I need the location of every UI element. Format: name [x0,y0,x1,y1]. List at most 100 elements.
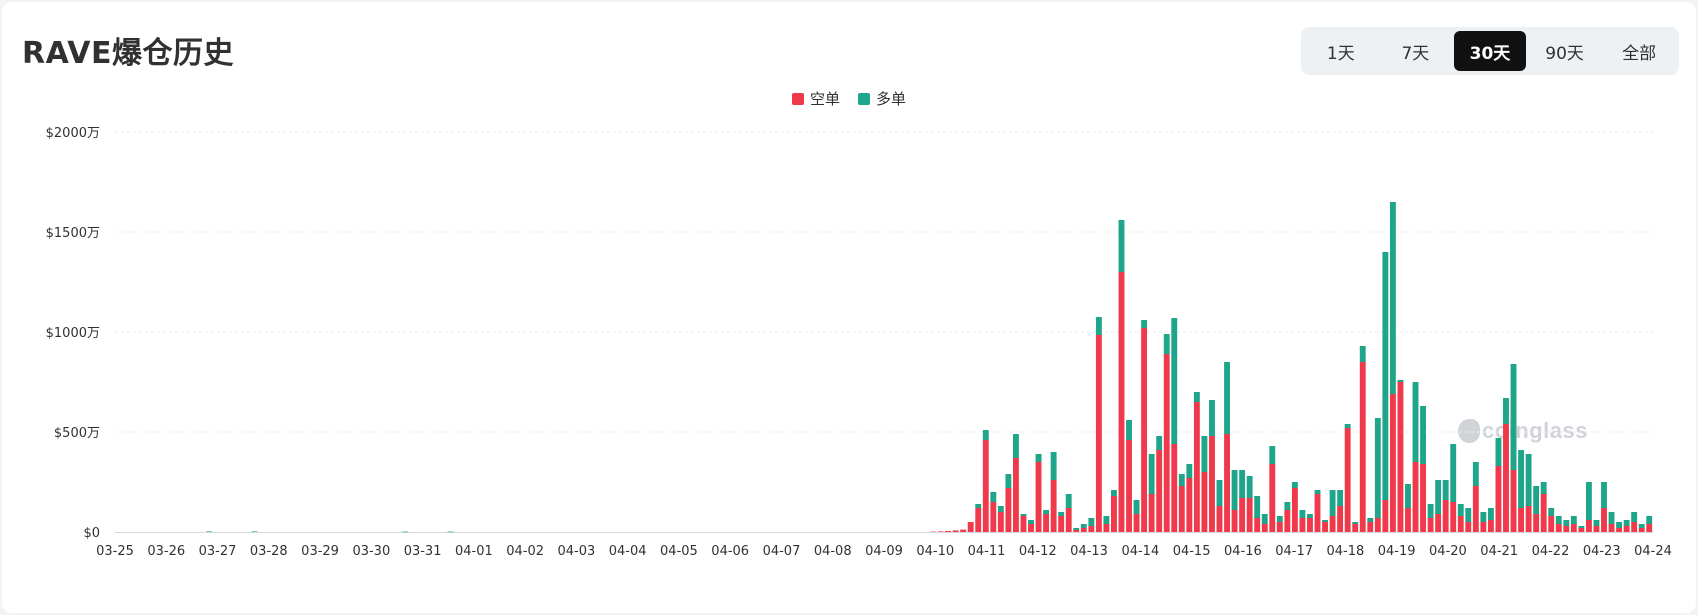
bar-short [1412,462,1419,532]
bar-short [1638,528,1645,532]
y-tick-label: $1500万 [46,226,100,241]
bar-long [251,531,258,532]
bar-long [1533,486,1540,514]
bar-short [1472,486,1479,532]
bar-short [1012,458,1019,532]
bar-short [1284,510,1291,532]
bar-long [1201,436,1208,472]
bar-long [1427,504,1434,518]
bar-long [1397,380,1404,382]
x-tick-label: 04-17 [1275,544,1313,559]
bar-long [1118,220,1125,272]
bar-short [1427,518,1434,532]
bar-long [1028,520,1034,524]
x-tick-label: 04-09 [865,544,903,559]
bar-short [1126,440,1132,532]
bar-long [447,531,454,533]
bar-long [1254,496,1261,518]
bar-short [990,502,997,532]
bar-short [1601,508,1607,532]
bar-long [1148,454,1155,494]
bar-long [1080,524,1087,528]
bar-short [1216,506,1223,532]
bar-long [1171,318,1178,444]
bar-long [1382,252,1389,500]
bar-short [1307,518,1313,532]
bar-short [1171,444,1178,532]
x-tick-label: 04-06 [711,544,749,559]
bar-long [1299,510,1306,518]
bar-short [1487,520,1494,532]
x-tick-label: 04-01 [455,544,493,559]
bar-long [1284,502,1291,510]
bar-short [1231,510,1238,532]
bar-long [1578,526,1585,528]
bar-short [1043,514,1050,532]
bar-long [1608,512,1615,524]
bar-short [1593,526,1600,532]
bar-short [1201,472,1208,532]
bar-long [1555,516,1562,524]
bar-short [1291,488,1298,532]
bar-long [1367,518,1374,522]
bar-short [1608,524,1615,532]
bar-long [1585,482,1592,520]
x-tick-label: 04-05 [660,544,698,559]
x-tick-label: 04-13 [1070,544,1108,559]
bar-short [1261,524,1268,532]
bar-long [1133,500,1140,514]
bar-short [1623,526,1630,532]
bar-long [1050,452,1057,480]
bar-short [1533,514,1540,532]
bar-short [1065,508,1072,532]
bar-long [1269,446,1276,464]
bar-short [1028,524,1034,532]
bar-short [1118,272,1125,532]
bar-long [1073,528,1080,530]
bar-short [1397,382,1404,532]
x-tick-label: 04-22 [1532,544,1570,559]
bar-long [1450,444,1457,502]
x-tick-label: 03-28 [250,544,288,559]
liquidation-bar-chart: $0 $500万 $1000万 $1500万 $2000万 03-25 03-26 03-27… [46,126,1672,559]
bar-long [1005,474,1012,488]
bar-long [1322,520,1328,522]
bar-short [1133,514,1140,532]
bar-long [1065,494,1072,508]
x-tick-label: 04-18 [1327,544,1365,559]
bar-short [1186,478,1193,532]
x-tick-label: 03-25 [96,544,134,559]
x-tick-label: 04-08 [814,544,852,559]
bar-long [1465,508,1472,522]
x-tick-label: 04-24 [1634,544,1672,559]
bar-long [1209,400,1215,436]
bar-long [1510,364,1517,470]
bar-short [1224,434,1230,532]
bar-long [1276,516,1283,522]
bar-short [1352,524,1359,532]
bar-long [1570,516,1577,524]
x-tick-label: 04-03 [558,544,596,559]
bar-long [1012,434,1019,458]
bar-long [1525,454,1532,506]
bar-short [1156,450,1163,532]
bar-long [1480,512,1487,522]
bar-long [1616,522,1623,528]
bar-short [982,440,989,532]
bar-long [1058,512,1065,516]
bar-short [1080,528,1087,532]
bar-long [1239,470,1246,498]
bar-long [975,504,982,508]
bar-long [1359,346,1366,362]
bar-short [1148,494,1155,532]
bar-short [1141,328,1148,532]
x-tick-label: 03-31 [404,544,442,559]
bar-long [1518,450,1525,508]
bar-short [1337,506,1344,532]
bar-short [1578,528,1585,532]
bar-long [1593,520,1600,526]
bar-long [1442,480,1449,500]
bar-short [1322,522,1328,532]
bar-long [1020,514,1027,516]
bar-short [1374,518,1381,532]
